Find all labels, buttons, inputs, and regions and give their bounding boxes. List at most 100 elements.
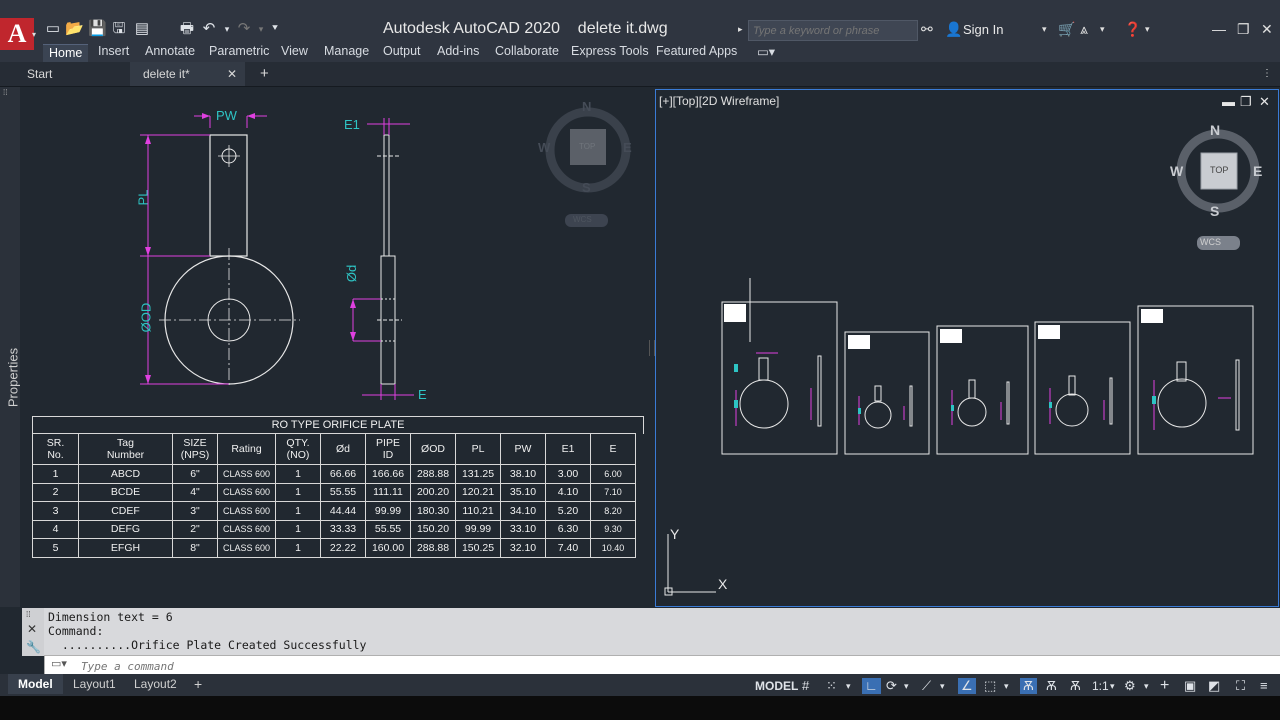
app-menu-button[interactable]: A — [0, 18, 34, 50]
help-icon[interactable]: ❓ — [1124, 20, 1141, 38]
annotation-scale-value[interactable]: 1:1 — [1092, 678, 1109, 694]
save-icon[interactable]: 💾 — [88, 20, 107, 38]
overview-drawing — [664, 129, 1260, 596]
workspace-gear-icon[interactable]: ⚙ — [1124, 678, 1136, 694]
tab-start[interactable]: Start — [27, 62, 52, 86]
ribbon-toggle-icon[interactable]: ▭▾ — [757, 44, 775, 59]
tab-insert[interactable]: Insert — [98, 44, 129, 58]
add-layout-icon[interactable]: + — [194, 674, 202, 694]
expand-arrow-icon[interactable]: ▸ — [738, 20, 743, 38]
cart-icon[interactable]: 🛒 — [1058, 20, 1075, 38]
properties-label[interactable]: Properties — [6, 333, 21, 423]
sign-in-button[interactable]: Sign In — [963, 22, 1003, 37]
compass-n[interactable]: N — [1210, 122, 1220, 138]
recent-commands-icon[interactable]: ▭▾ — [51, 657, 67, 670]
table-row: 2 BCDE 4" CLASS 600 1 55.55 111.11 200.20 120.21… — [32, 482, 636, 502]
undo-icon[interactable]: ↶ — [200, 20, 218, 38]
undo-dropdown-icon[interactable]: ▾ — [218, 20, 236, 38]
close-window-icon[interactable]: ✕ — [1261, 20, 1273, 38]
autodesk-apps-icon[interactable]: ⩓ — [1080, 20, 1088, 38]
cell: 99.99 — [455, 519, 501, 539]
cell: 180.30 — [410, 501, 456, 521]
object-snap-dropdown-icon[interactable]: ▾ — [1004, 678, 1009, 694]
tab-list-icon[interactable]: ⋮ — [1262, 62, 1272, 86]
palette-grip-icon[interactable]: ⁞⁞ — [3, 88, 7, 97]
close-command-icon[interactable]: ✕ — [27, 622, 37, 636]
redo-icon[interactable]: ↷ — [235, 20, 253, 38]
isodraft-icon[interactable]: ⟋ — [922, 678, 931, 694]
tab-manage[interactable]: Manage — [324, 44, 369, 58]
publish-icon[interactable]: ▤ — [133, 20, 151, 38]
table-row: 4 DEFG 2" CLASS 600 1 33.33 55.55 150.20 99.99 33… — [32, 519, 636, 539]
tab-output[interactable]: Output — [383, 44, 421, 58]
model-space-button[interactable]: MODEL — [755, 678, 798, 694]
cell: DEFG — [78, 519, 173, 539]
cell: 33.33 — [320, 519, 366, 539]
help-dropdown-icon[interactable]: ▾ — [1145, 20, 1150, 38]
save-as-icon[interactable]: 🖫 — [110, 20, 128, 38]
fullscreen-icon[interactable]: ⛶ — [1236, 678, 1245, 694]
snap-dropdown-icon[interactable]: ▾ — [846, 678, 851, 694]
new-tab-icon[interactable]: + — [260, 62, 269, 86]
tab-home[interactable]: Home — [43, 44, 89, 63]
tab-layout2[interactable]: Layout2 — [134, 674, 177, 694]
tab-add-ins[interactable]: Add-ins — [437, 44, 479, 58]
tab-layout1[interactable]: Layout1 — [73, 674, 116, 694]
tab-model[interactable]: Model — [8, 674, 63, 694]
search-input[interactable] — [749, 22, 917, 40]
close-tab-icon[interactable]: ✕ — [227, 62, 237, 86]
customize-wrench-icon[interactable]: 🔧 — [26, 640, 41, 654]
customize-menu-icon[interactable]: ≡ — [1260, 678, 1268, 694]
binoculars-icon[interactable]: ⚯ — [921, 20, 933, 38]
units-icon[interactable]: ▣ — [1184, 678, 1196, 694]
isolate-objects-icon[interactable]: ◩ — [1208, 678, 1220, 694]
command-input[interactable] — [79, 656, 683, 676]
annotation-scale-icon[interactable]: Ѫ — [1070, 678, 1081, 694]
isodraft-dropdown-icon[interactable]: ▾ — [940, 678, 945, 694]
compass-e[interactable]: E — [1253, 163, 1262, 179]
workspace-dropdown-icon[interactable]: ▾ — [1144, 678, 1149, 694]
object-snap-tracking-icon[interactable]: ∠ — [958, 678, 976, 694]
cell: 111.11 — [365, 482, 411, 502]
polar-icon[interactable]: ⟳ — [886, 678, 897, 694]
print-icon[interactable]: 🖶 — [178, 20, 196, 38]
apps-dropdown-icon[interactable]: ▾ — [1100, 20, 1105, 38]
dim-e-label: E — [418, 387, 427, 402]
annotation-visibility-icon[interactable]: Ѫ — [1020, 678, 1037, 694]
grip-icon[interactable]: ⁞⁞ — [26, 610, 30, 619]
grid-icon[interactable]: # — [802, 678, 809, 694]
command-line[interactable]: ▭▾ — [44, 655, 1280, 676]
tab-collaborate[interactable]: Collaborate — [495, 44, 559, 58]
minimize-icon[interactable]: — — [1212, 20, 1226, 38]
right-viewport[interactable]: [+][Top][2D Wireframe] ▬ ❐ ✕ N S E W TOP… — [655, 89, 1279, 607]
compass-w[interactable]: W — [1170, 163, 1183, 179]
user-icon[interactable]: 👤 — [945, 20, 962, 38]
viewcube-top[interactable]: TOP — [1210, 165, 1228, 175]
open-file-icon[interactable]: 📂 — [65, 20, 84, 38]
cell: 1 — [275, 501, 321, 521]
cell: 200.20 — [410, 482, 456, 502]
wcs-menu[interactable]: WCS — [1200, 237, 1221, 247]
new-file-icon[interactable]: ▭ — [44, 20, 62, 38]
tab-delete-it[interactable]: delete it* ✕ — [130, 62, 245, 86]
polar-dropdown-icon[interactable]: ▾ — [904, 678, 909, 694]
tab-express-tools[interactable]: Express Tools — [571, 44, 649, 58]
header-od: ØOD — [410, 433, 456, 465]
object-snap-icon[interactable]: ⬚ — [984, 678, 996, 694]
annotation-monitor-icon[interactable]: + — [1160, 678, 1169, 694]
compass-s[interactable]: S — [1210, 203, 1219, 219]
app-menu-arrow-icon[interactable]: ▾ — [32, 30, 36, 39]
restore-icon[interactable]: ❐ — [1237, 20, 1250, 38]
ortho-icon[interactable]: ∟ — [862, 678, 881, 694]
scale-dropdown-icon[interactable]: ▾ — [1110, 678, 1115, 694]
sign-in-dropdown-icon[interactable]: ▾ — [1042, 20, 1047, 38]
tab-annotate[interactable]: Annotate — [145, 44, 195, 58]
tab-view[interactable]: View — [281, 44, 308, 58]
auto-scale-icon[interactable]: Ѫ — [1046, 678, 1057, 694]
customize-qat-icon[interactable]: ⯆ — [266, 20, 284, 38]
tab-parametric[interactable]: Parametric — [209, 44, 269, 58]
tab-featured-apps[interactable]: Featured Apps — [656, 44, 737, 58]
left-viewport[interactable]: PW PL ØOD E1 Ød E N S E W TOP WCS RO TYP… — [22, 88, 648, 607]
search-box[interactable] — [748, 20, 918, 41]
snap-icon[interactable]: ⁙ — [826, 678, 837, 694]
